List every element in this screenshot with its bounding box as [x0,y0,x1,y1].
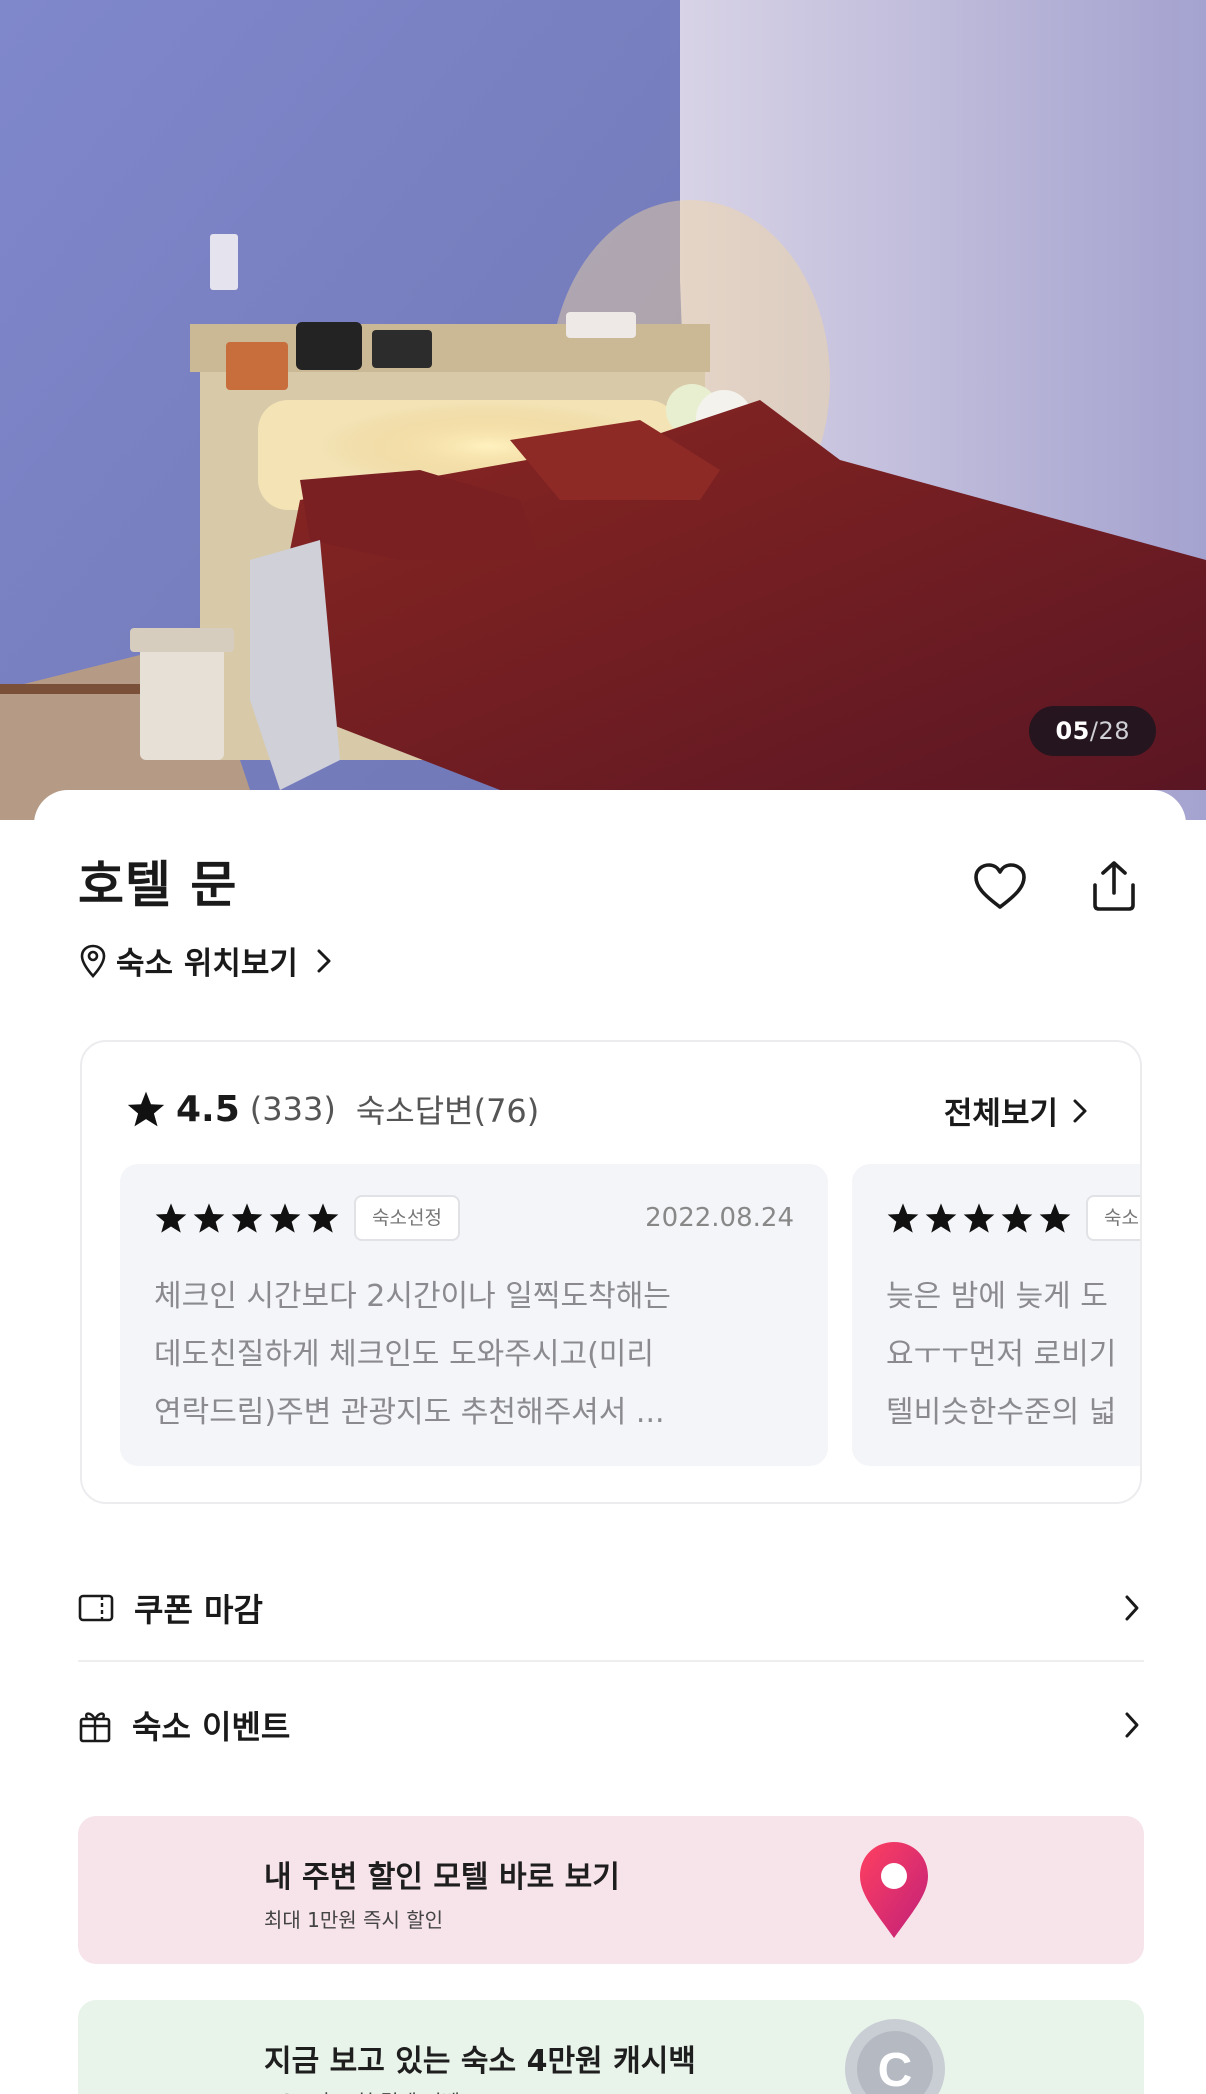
review-count: (333) [249,1090,336,1128]
nearby-motel-subtitle: 최대 1만원 즉시 할인 [264,1908,443,1932]
title-actions [970,856,1144,916]
review-line: 요ㅜㅜ먼저 로비기 [886,1337,1117,1372]
photo-counter-current: 05 [1055,717,1090,745]
gift-icon [79,1712,111,1743]
star-icon [231,1203,263,1233]
location-link[interactable]: 숙소 위치보기 [78,938,332,983]
see-all-label: 전체보기 [943,1096,1058,1132]
see-all-reviews-button[interactable]: 전체보기 [944,1088,1088,1133]
property-event-row[interactable]: 숙소 이벤트 [78,1672,1144,1778]
nearby-motel-title: 내 주변 할인 모텔 바로 보기 [264,1860,620,1895]
review-date: 2022.08.24 [645,1203,794,1233]
chevron-right-icon [1073,1099,1087,1122]
review-item[interactable]: 숙소선정 2022.08.24 체크인 시간보다 2시간이나 일찍도착해는 데도… [120,1164,828,1466]
review-carousel[interactable]: 숙소선정 2022.08.24 체크인 시간보다 2시간이나 일찍도착해는 데도… [120,1164,1140,1466]
svg-text:C: C [878,2044,913,2094]
room-photo-illustration [0,0,1206,820]
cashback-coin-icon: C [845,2019,945,2094]
review-line: 연락드림)주변 관광지도 추천해주셔서 ... [154,1395,665,1430]
cashback-title: 지금 보고 있는 숙소 4만원 캐시백 [264,2044,696,2079]
review-tag: 숙소선정 [354,1195,460,1241]
cashback-subtitle: NOL 카드 첫 결제 이벤트 [264,2086,478,2094]
review-tag: 숙소 [1086,1195,1140,1241]
rating-row: 4.5 (333) 숙소답변(76) [126,1086,539,1132]
review-line: 데도친질하게 체크인도 도와주시고(미리 [154,1337,654,1372]
star-icon [925,1203,957,1233]
review-head: 숙소선정 2022.08.24 [154,1194,794,1242]
star-icon [963,1203,995,1233]
star-icon [269,1203,301,1233]
star-icon [1039,1203,1071,1233]
share-icon[interactable] [1084,856,1144,916]
review-text: 체크인 시간보다 2시간이나 일찍도착해는 데도친질하게 체크인도 도와주시고(… [154,1268,794,1442]
review-head: 숙소 [886,1194,1140,1242]
chevron-right-icon [1125,1595,1139,1621]
chevron-right-icon [317,949,331,972]
review-text: 늦은 밤에 늦게 도 요ㅜㅜ먼저 로비기 텔비슷한수준의 넓 [886,1268,1140,1442]
review-summary-card: 4.5 (333) 숙소답변(76) 전체보기 숙소선정 2022.08.24 … [80,1040,1142,1504]
review-stars [886,1202,1072,1234]
review-line: 텔비슷한수준의 넓 [886,1395,1117,1430]
star-icon [127,1091,165,1127]
coupon-deadline-row[interactable]: 쿠폰 마감 [78,1556,1144,1662]
review-line: 체크인 시간보다 2시간이나 일찍도착해는 [154,1279,671,1314]
star-icon [887,1203,919,1233]
review-item[interactable]: 숙소 늦은 밤에 늦게 도 요ㅜㅜ먼저 로비기 텔비슷한수준의 넓 [852,1164,1140,1466]
map-pin-icon [860,1842,928,1938]
coupon-icon [78,1594,114,1622]
property-event-label: 숙소 이벤트 [132,1708,291,1746]
cashback-banner[interactable]: 지금 보고 있는 숙소 4만원 캐시백 NOL 카드 첫 결제 이벤트 C [78,2000,1144,2094]
location-pin-icon [80,944,106,978]
chevron-right-icon [1125,1712,1139,1738]
nearby-motel-banner[interactable]: 내 주변 할인 모텔 바로 보기 최대 1만원 즉시 할인 [78,1816,1144,1964]
detail-sheet: 호텔 문 숙소 위치보기 4.5 (333) 숙소답변(76) 전체보기 숙소선… [34,790,1186,2094]
star-icon [155,1203,187,1233]
coupon-deadline-label: 쿠폰 마감 [134,1591,263,1629]
photo-counter: 05/28 [1029,706,1156,756]
heart-icon[interactable] [970,856,1030,916]
photo-counter-total: /28 [1089,717,1130,745]
star-icon [307,1203,339,1233]
star-icon [193,1203,225,1233]
star-icon [1001,1203,1033,1233]
room-photo[interactable]: 05/28 [0,0,1206,820]
title-row: 호텔 문 [78,850,1144,920]
review-stars [154,1202,340,1234]
location-link-label: 숙소 위치보기 [116,946,298,982]
host-reply-count: 숙소답변(76) [355,1092,540,1130]
rating-value: 4.5 [176,1088,240,1130]
review-line: 늦은 밤에 늦게 도 [886,1279,1108,1314]
